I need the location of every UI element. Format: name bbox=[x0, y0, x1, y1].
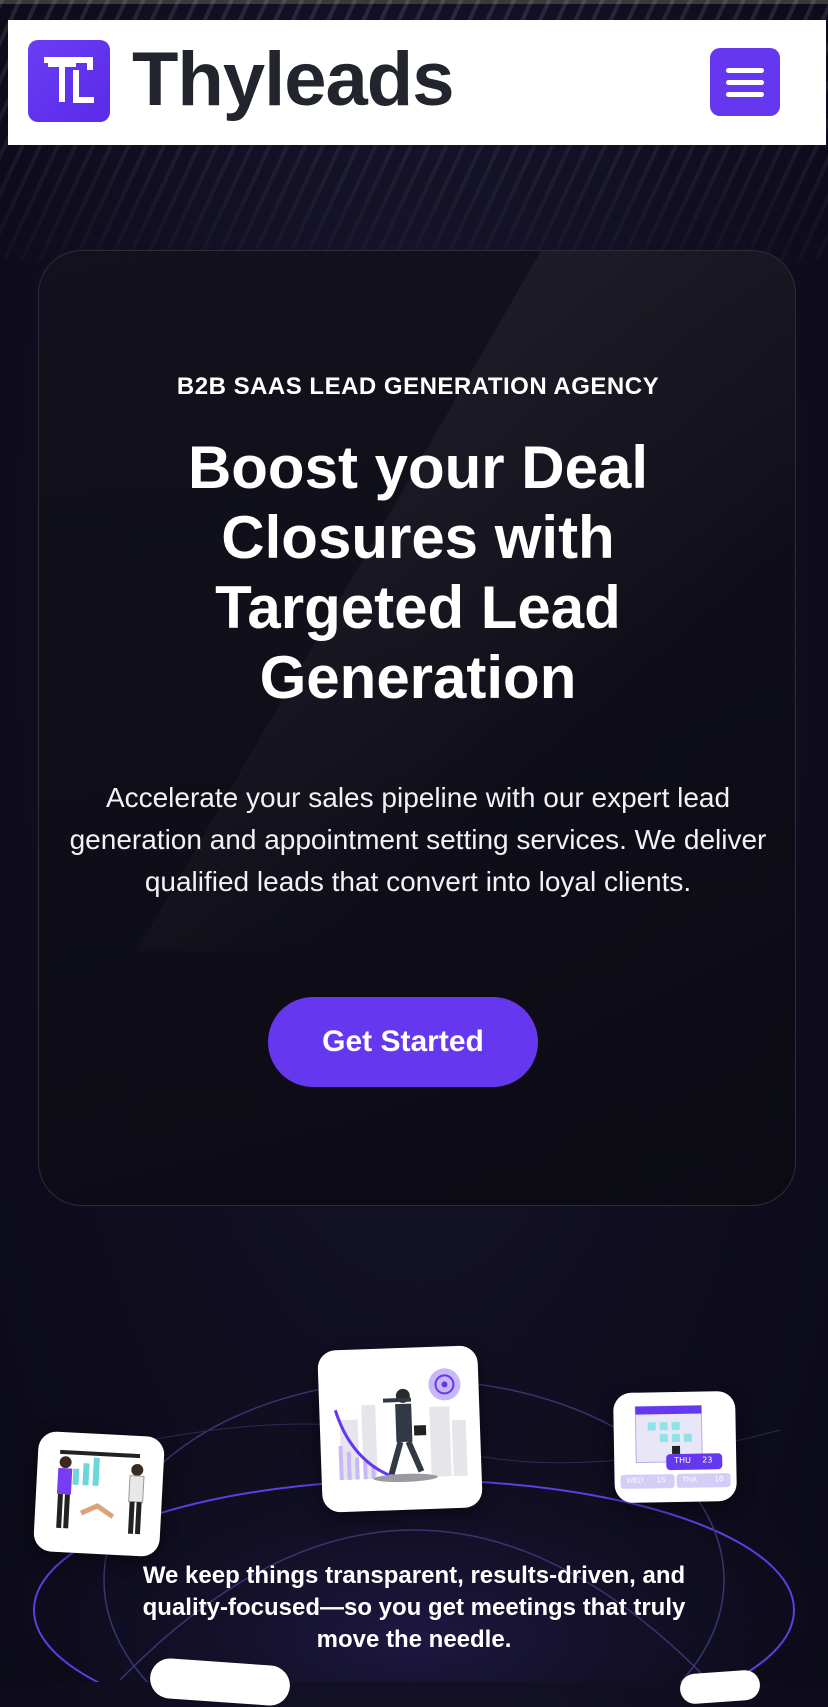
calendar-highlight-date: 23 bbox=[702, 1455, 713, 1465]
logo-tl-glyph bbox=[44, 57, 94, 103]
target-growth-illustration bbox=[317, 1345, 483, 1513]
hero-eyebrow: B2B SAAS LEAD GENERATION AGENCY bbox=[176, 373, 660, 400]
logo-icon[interactable] bbox=[28, 40, 110, 122]
get-started-button[interactable]: Get Started bbox=[268, 997, 538, 1087]
site-header: Thyleads bbox=[8, 20, 826, 145]
calendar-day-label: 15 bbox=[656, 1476, 666, 1485]
calendar-scheduling-illustration: THU 23 WED 15 THA 10 bbox=[613, 1390, 737, 1504]
hamburger-menu-button[interactable] bbox=[710, 48, 780, 116]
hero-card: B2B SAAS LEAD GENERATION AGENCY Boost yo… bbox=[38, 250, 796, 1206]
hamburger-menu-icon-bar bbox=[726, 80, 764, 85]
hero-headline: Boost your Deal Closures with Targeted L… bbox=[187, 434, 649, 711]
hamburger-menu-icon-bar bbox=[726, 92, 764, 97]
brand-name[interactable]: Thyleads bbox=[132, 34, 454, 126]
hero-subtext: Accelerate your sales pipeline with our … bbox=[69, 782, 767, 897]
calendar-highlight-day: THU bbox=[674, 1455, 692, 1466]
calendar-day-label: WED bbox=[626, 1476, 644, 1485]
handshake-presentation-illustration bbox=[32, 1430, 166, 1558]
hamburger-menu-icon-bar bbox=[726, 68, 764, 73]
tagline-text: We keep things transparent, results-driv… bbox=[142, 1562, 686, 1653]
partial-card-left bbox=[148, 1657, 292, 1707]
calendar-day-label: THA bbox=[682, 1475, 697, 1484]
partial-card-right bbox=[679, 1669, 761, 1705]
calendar-day-label: 10 bbox=[714, 1475, 724, 1484]
